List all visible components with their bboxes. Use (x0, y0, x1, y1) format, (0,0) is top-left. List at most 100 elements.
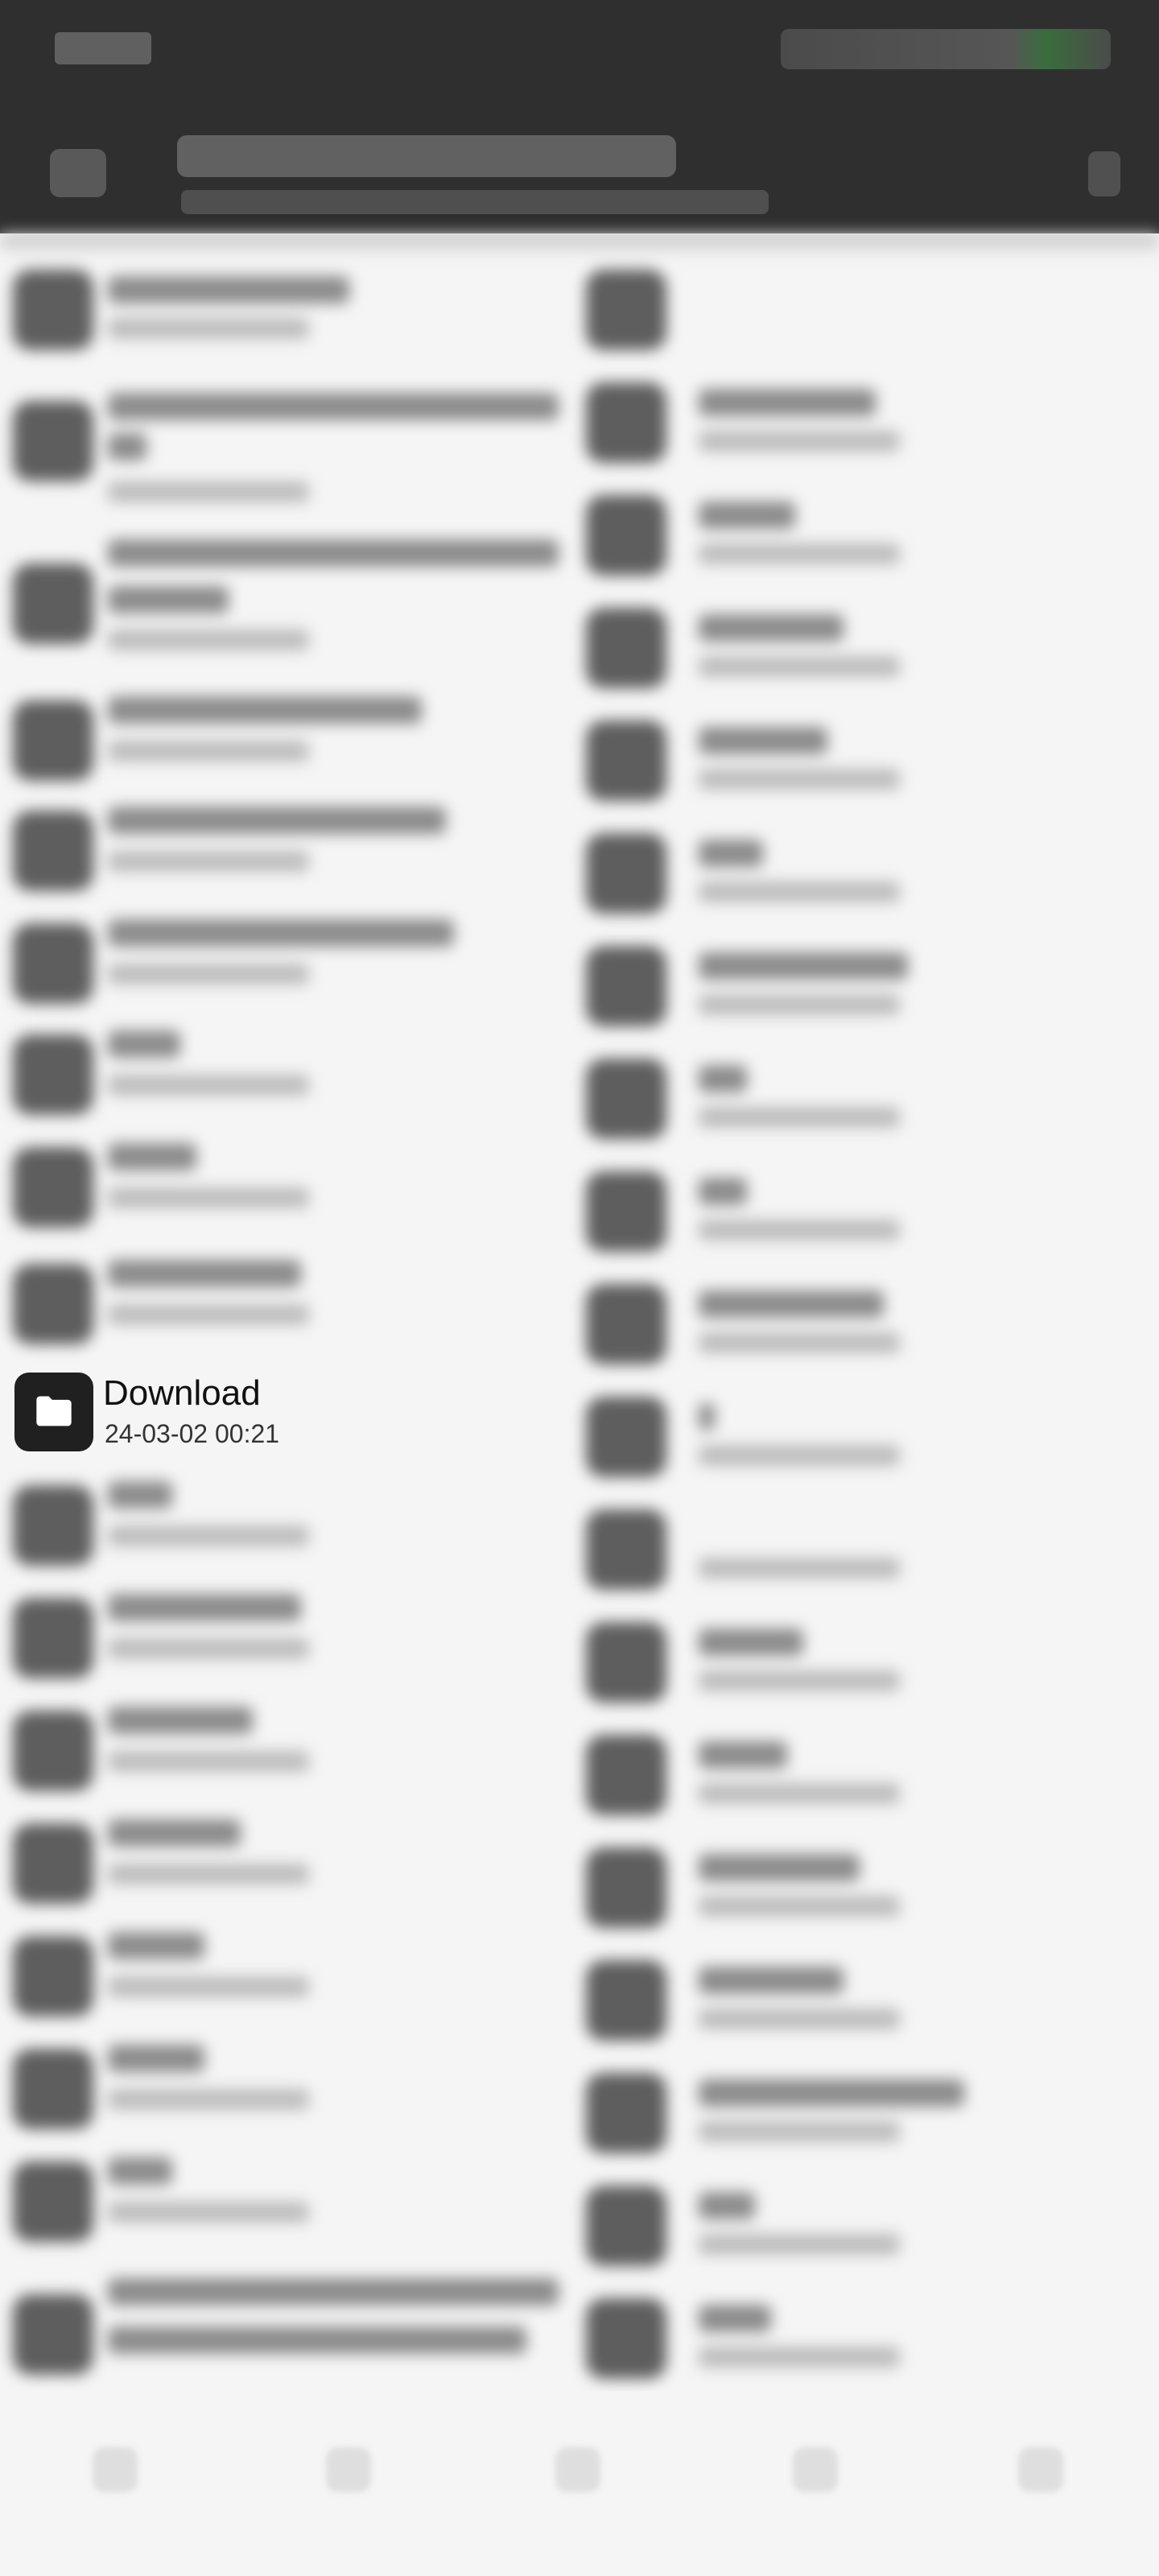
item-subtitle (108, 318, 309, 339)
item-title (108, 276, 349, 303)
nav-icon[interactable] (793, 2447, 838, 2492)
item-title (108, 1030, 180, 1058)
item-subtitle (699, 2234, 900, 2255)
item-title (108, 586, 229, 613)
folder-icon (13, 811, 93, 891)
folder-icon (13, 700, 93, 781)
file-thumb (586, 833, 666, 914)
item-subtitle (108, 741, 309, 762)
download-folder-item[interactable]: Download 24-03-02 00:21 (13, 1373, 576, 1461)
more-icon[interactable] (1088, 151, 1120, 196)
folder-icon (13, 2294, 93, 2375)
item-title (699, 389, 876, 416)
file-thumb (586, 720, 666, 801)
bottom-navigation (0, 2391, 1159, 2576)
file-thumb (586, 1509, 666, 1590)
folder-icon (13, 1823, 93, 1904)
item-title (108, 1143, 196, 1170)
file-thumb (586, 1960, 666, 2041)
nav-icon[interactable] (93, 2447, 138, 2492)
item-subtitle (108, 1187, 309, 1208)
folder-icon (13, 1711, 93, 1791)
app-header (0, 0, 1159, 233)
download-folder-date: 24-03-02 00:21 (105, 1419, 280, 1448)
file-thumb (586, 1622, 666, 1703)
header-subtitle (181, 190, 769, 214)
item-title (699, 614, 843, 642)
item-title (699, 952, 908, 980)
item-subtitle (699, 1670, 900, 1691)
status-icons (781, 29, 1111, 69)
item-subtitle (108, 1525, 309, 1546)
item-title (108, 2326, 526, 2354)
item-title (699, 1629, 803, 1656)
item-subtitle (699, 431, 900, 452)
item-title (108, 393, 559, 420)
file-grid (0, 233, 1159, 2391)
folder-icon (13, 270, 93, 350)
item-title (108, 1932, 204, 1959)
item-subtitle (108, 1304, 309, 1325)
item-subtitle (699, 2121, 900, 2142)
file-thumb (586, 495, 666, 576)
item-title (108, 539, 559, 567)
item-title (108, 919, 454, 947)
header-title (177, 135, 676, 177)
file-thumb (586, 946, 666, 1026)
item-title (699, 1967, 843, 1994)
item-subtitle (108, 964, 309, 985)
file-thumb (586, 608, 666, 688)
item-subtitle (699, 1783, 900, 1804)
status-time (55, 32, 151, 64)
item-subtitle (108, 1976, 309, 1997)
folder-icon (13, 1147, 93, 1228)
item-subtitle (699, 1445, 900, 1466)
menu-icon[interactable] (50, 149, 106, 197)
item-title (699, 1854, 860, 1881)
file-thumb (586, 2186, 666, 2266)
item-subtitle (699, 1896, 900, 1917)
item-subtitle (108, 481, 309, 502)
item-title (108, 2157, 172, 2185)
folder-icon (14, 1373, 93, 1451)
folder-icon (13, 401, 93, 481)
file-thumb (586, 2073, 666, 2153)
item-subtitle (699, 769, 900, 790)
item-title (699, 1290, 884, 1318)
item-subtitle (108, 851, 309, 872)
item-subtitle (699, 656, 900, 677)
item-subtitle (699, 1220, 900, 1241)
item-title (108, 2278, 559, 2306)
item-subtitle (108, 630, 309, 650)
nav-icon[interactable] (1018, 2447, 1063, 2492)
item-title (108, 1707, 253, 1734)
file-thumb (586, 2298, 666, 2379)
item-title (699, 2079, 964, 2107)
item-title (699, 1178, 747, 1205)
file-thumb (586, 1847, 666, 1928)
item-subtitle (699, 1332, 900, 1353)
folder-icon (13, 2049, 93, 2129)
item-subtitle (108, 1075, 309, 1096)
item-title (108, 1819, 241, 1847)
nav-icon[interactable] (326, 2447, 371, 2492)
folder-icon (13, 1034, 93, 1115)
file-thumb (586, 1735, 666, 1815)
item-title (699, 502, 795, 529)
folder-icon (13, 1264, 93, 1344)
item-subtitle (699, 994, 900, 1015)
item-title (699, 727, 827, 754)
item-title (699, 1741, 787, 1769)
item-title (108, 1594, 301, 1621)
item-title (699, 1065, 747, 1092)
item-title (108, 1260, 301, 1287)
item-title (108, 696, 422, 724)
nav-icon[interactable] (555, 2447, 600, 2492)
folder-icon (13, 1485, 93, 1566)
item-title (699, 1403, 715, 1430)
item-title (699, 840, 763, 867)
folder-icon (13, 923, 93, 1004)
file-thumb (586, 1171, 666, 1252)
item-subtitle (699, 543, 900, 564)
file-thumb (586, 1397, 666, 1477)
